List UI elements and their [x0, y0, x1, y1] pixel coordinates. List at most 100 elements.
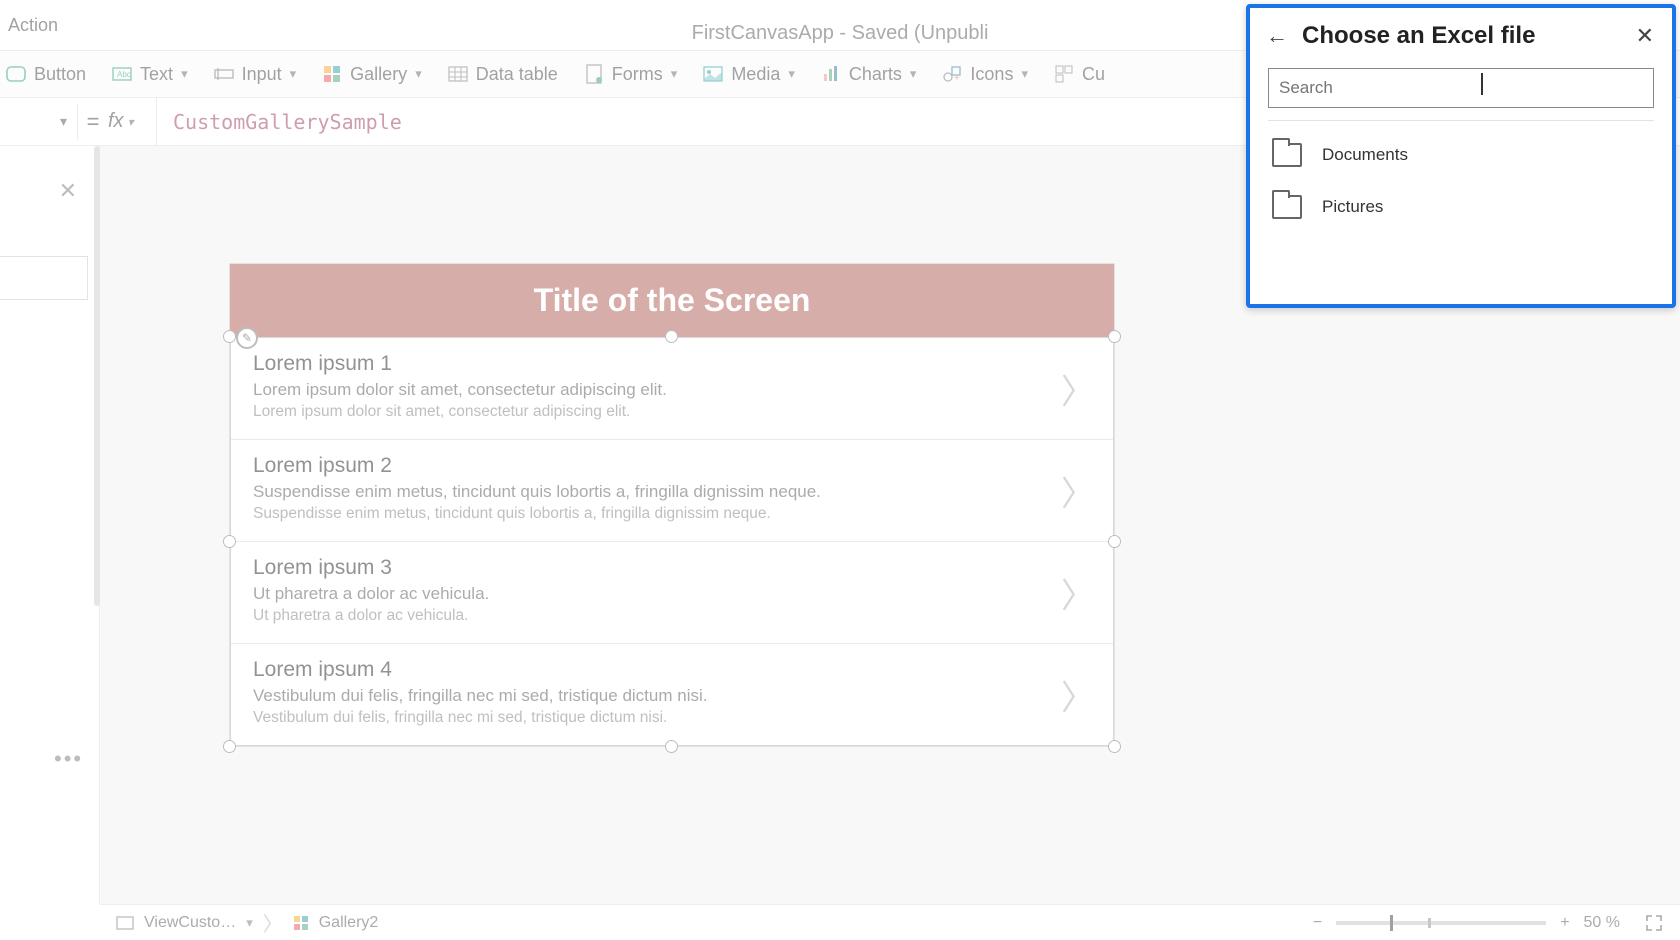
selection-handle[interactable] — [1108, 535, 1121, 548]
selection-handle[interactable] — [223, 740, 236, 753]
folder-icon — [1272, 143, 1302, 167]
property-dropdown[interactable]: ▾ — [8, 104, 78, 140]
ribbon-forms[interactable]: Forms ▾ — [584, 64, 678, 85]
chevron-down-icon: ▾ — [128, 115, 134, 129]
gallery-item-subtitle: Suspendisse enim metus, tincidunt quis l… — [253, 482, 1091, 502]
ribbon-charts[interactable]: Charts ▾ — [821, 64, 917, 85]
selection-handle[interactable] — [665, 330, 678, 343]
icons-icon: + — [942, 64, 962, 84]
chevron-down-icon: ▾ — [290, 66, 297, 82]
gallery-item-subtitle: Lorem ipsum dolor sit amet, consectetur … — [253, 380, 1091, 400]
gallery-breadcrumb-icon — [293, 915, 309, 931]
zoom-slider-thumb[interactable] — [1390, 915, 1393, 931]
chevron-right-icon[interactable]: 〉 — [1061, 670, 1095, 719]
screen-breadcrumb-icon — [116, 916, 134, 930]
more-icon[interactable]: ••• — [54, 746, 83, 772]
selection-handle[interactable] — [1108, 330, 1121, 343]
gallery-item-subtitle: Ut pharetra a dolor ac vehicula. — [253, 584, 1091, 604]
custom-icon — [1054, 64, 1074, 84]
ribbon-media-label: Media — [731, 64, 780, 85]
chevron-down-icon: ▾ — [910, 66, 917, 82]
edit-badge-icon[interactable]: ✎ — [236, 327, 258, 349]
tree-search-input[interactable] — [0, 256, 88, 300]
ribbon-charts-label: Charts — [849, 64, 902, 85]
chevron-right-icon[interactable]: 〉 — [1061, 364, 1095, 413]
ribbon-gallery[interactable]: Gallery ▾ — [322, 64, 422, 85]
chevron-down-icon: ▾ — [1021, 66, 1028, 82]
menu-action[interactable]: Action — [8, 15, 58, 36]
gallery-item-body: Ut pharetra a dolor ac vehicula. — [253, 607, 1091, 625]
chevron-down-icon: ▾ — [415, 66, 422, 82]
back-icon[interactable]: ← — [1266, 23, 1288, 49]
input-icon — [214, 64, 234, 84]
divider — [1268, 120, 1654, 121]
choose-excel-file-panel: ← Choose an Excel file ✕ Documents Pictur… — [1246, 4, 1676, 308]
ribbon-datatable-label: Data table — [476, 64, 558, 85]
ribbon-custom-label: Cu — [1082, 64, 1105, 85]
gallery-item-body: Suspendisse enim metus, tincidunt quis l… — [253, 505, 1091, 523]
ribbon-input-label: Input — [242, 64, 282, 85]
chevron-down-icon: ▾ — [788, 66, 795, 82]
ribbon-button-label: Button — [34, 64, 86, 85]
selection-handle[interactable] — [223, 535, 236, 548]
ribbon-button[interactable]: Button — [6, 64, 86, 85]
ribbon-icons-label: Icons — [970, 64, 1013, 85]
chevron-down-icon[interactable]: ▾ — [246, 915, 253, 931]
zoom-slider[interactable] — [1336, 921, 1546, 925]
ribbon-media[interactable]: Media ▾ — [703, 64, 795, 85]
charts-icon — [821, 64, 841, 84]
gallery-item-title: Lorem ipsum 3 — [253, 556, 1091, 580]
gallery-item-title: Lorem ipsum 2 — [253, 454, 1091, 478]
gallery-item-subtitle: Vestibulum dui felis, fringilla nec mi s… — [253, 686, 1091, 706]
ribbon-gallery-label: Gallery — [350, 64, 407, 85]
selection-handle[interactable] — [665, 740, 678, 753]
app-screen: Title of the Screen ✎ Lorem ipsum 1Lorem… — [230, 264, 1114, 746]
breadcrumb-separator: 〉 — [263, 908, 283, 937]
ribbon-icons[interactable]: + Icons ▾ — [942, 64, 1028, 85]
close-icon[interactable]: ✕ — [59, 178, 77, 204]
svg-text:+: + — [954, 73, 960, 83]
gallery-item[interactable]: Lorem ipsum 2 Suspendisse enim metus, tin… — [231, 440, 1113, 542]
breadcrumb-control[interactable]: Gallery2 — [319, 914, 379, 932]
gallery-item[interactable]: Lorem ipsum 1Lorem ipsum dolor sit amet,… — [231, 338, 1113, 440]
gallery-item[interactable]: Lorem ipsum 4 Vestibulum dui felis, fring… — [231, 644, 1113, 745]
fit-to-window-icon[interactable] — [1644, 913, 1664, 933]
fx-button[interactable]: fx▾ — [108, 110, 156, 133]
ribbon-forms-label: Forms — [612, 64, 663, 85]
folder-label: Documents — [1322, 145, 1408, 165]
ribbon-text[interactable]: Abc Text ▾ — [112, 64, 188, 85]
forms-icon — [584, 64, 604, 84]
gallery-item[interactable]: Lorem ipsum 3 Ut pharetra a dolor ac vehi… — [231, 542, 1113, 644]
panel-title: Choose an Excel file — [1302, 22, 1622, 50]
button-icon — [6, 64, 26, 84]
folder-item[interactable]: Pictures — [1250, 181, 1672, 233]
tree-view-panel: ✕ ••• — [0, 146, 100, 904]
search-input-wrapper[interactable] — [1268, 68, 1654, 108]
breadcrumb-screen[interactable]: ViewCusto… — [144, 914, 236, 932]
selection-handle[interactable] — [1108, 740, 1121, 753]
gallery-icon — [322, 64, 342, 84]
ribbon-custom[interactable]: Cu — [1054, 64, 1105, 85]
chevron-right-icon[interactable]: 〉 — [1061, 568, 1095, 617]
gallery-item-body: Vestibulum dui felis, fringilla nec mi s… — [253, 709, 1091, 727]
search-input[interactable] — [1279, 78, 1643, 98]
zoom-out-button[interactable]: − — [1313, 914, 1322, 932]
zoom-tick — [1428, 918, 1431, 928]
text-icon: Abc — [112, 64, 132, 84]
ribbon-text-label: Text — [140, 64, 173, 85]
ribbon-input[interactable]: Input ▾ — [214, 64, 297, 85]
svg-text:Abc: Abc — [117, 70, 131, 79]
chevron-right-icon[interactable]: 〉 — [1061, 466, 1095, 515]
gallery-item-title: Lorem ipsum 4 — [253, 658, 1091, 682]
zoom-in-button[interactable]: + — [1560, 914, 1569, 932]
chevron-down-icon: ▾ — [181, 66, 188, 82]
close-icon[interactable]: ✕ — [1636, 23, 1654, 49]
gallery-control[interactable]: Lorem ipsum 1Lorem ipsum dolor sit amet,… — [230, 337, 1114, 746]
gallery-item-body: Lorem ipsum dolor sit amet, consectetur … — [253, 403, 1091, 421]
selection-handle[interactable] — [223, 330, 236, 343]
ribbon-datatable[interactable]: Data table — [448, 64, 558, 85]
datatable-icon — [448, 64, 468, 84]
folder-item[interactable]: Documents — [1250, 129, 1672, 181]
folder-icon — [1272, 195, 1302, 219]
chevron-down-icon: ▾ — [671, 66, 678, 82]
